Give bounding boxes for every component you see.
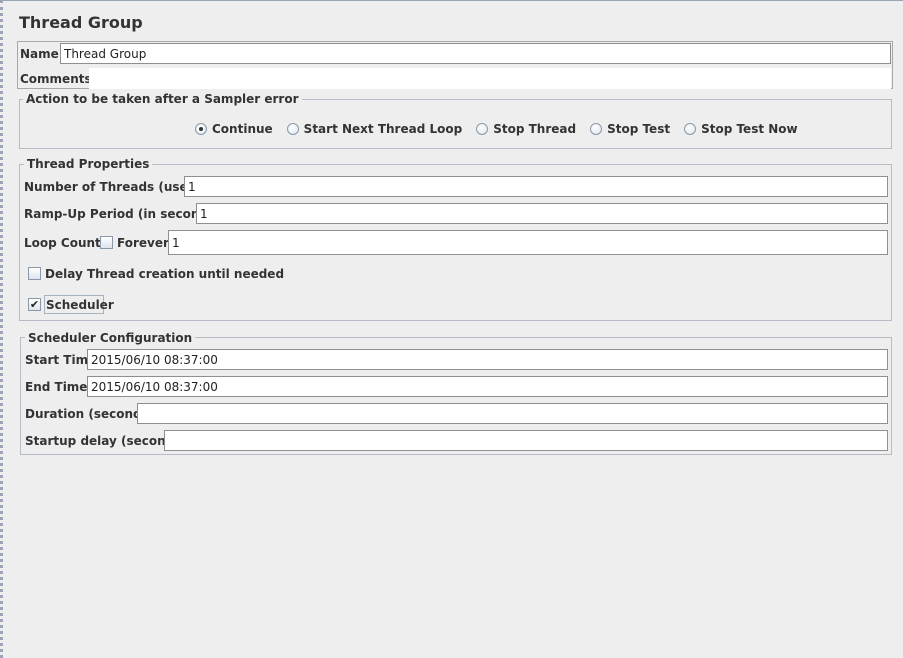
comments-label: Comments: bbox=[20, 72, 97, 86]
thread-group-panel: Thread Group Name: Comments: Action to b… bbox=[0, 0, 903, 658]
forever-label: Forever bbox=[117, 236, 169, 250]
threads-label: Number of Threads (users): bbox=[24, 180, 212, 194]
delay-thread-checkbox[interactable] bbox=[28, 267, 41, 280]
start-time-input[interactable] bbox=[87, 349, 888, 370]
startup-delay-input[interactable] bbox=[164, 430, 888, 451]
name-input[interactable] bbox=[60, 43, 891, 64]
checkmark-icon: ✔ bbox=[29, 298, 40, 311]
threads-input[interactable] bbox=[184, 176, 888, 197]
radio-unselected-icon bbox=[590, 123, 603, 135]
radio-label: Stop Test Now bbox=[701, 122, 798, 136]
name-label: Name: bbox=[20, 47, 64, 61]
delay-thread-label: Delay Thread creation until needed bbox=[45, 267, 285, 281]
duration-input[interactable] bbox=[137, 403, 888, 424]
radio-label: Stop Test bbox=[607, 122, 671, 136]
end-time-input[interactable] bbox=[87, 376, 888, 397]
radio-selected-icon bbox=[195, 123, 207, 135]
end-time-label: End Time bbox=[25, 380, 88, 394]
scheduler-checkbox[interactable]: ✔ bbox=[28, 298, 41, 311]
startup-delay-label: Startup delay (seconds) bbox=[25, 434, 187, 448]
rampup-input[interactable] bbox=[196, 203, 888, 224]
duration-label: Duration (seconds) bbox=[25, 407, 155, 421]
radio-label: Start Next Thread Loop bbox=[303, 122, 463, 136]
loop-count-input[interactable] bbox=[168, 230, 888, 255]
radio-unselected-icon bbox=[476, 123, 489, 135]
radio-stop-test[interactable]: Stop Test bbox=[590, 122, 670, 136]
scheduler-config-legend: Scheduler Configuration bbox=[25, 331, 196, 345]
forever-checkbox[interactable] bbox=[100, 236, 113, 249]
sampler-error-options: Continue Start Next Thread Loop Stop Thr… bbox=[195, 121, 812, 137]
comments-input[interactable] bbox=[89, 68, 891, 89]
start-time-label: Start Time bbox=[25, 353, 97, 367]
scheduler-label: Scheduler bbox=[46, 298, 114, 312]
radio-unselected-icon bbox=[286, 123, 299, 135]
radio-label: Continue bbox=[212, 122, 273, 136]
radio-continue[interactable]: Continue bbox=[195, 122, 273, 136]
loop-count-label: Loop Count: bbox=[24, 236, 106, 250]
radio-label: Stop Thread bbox=[493, 122, 577, 136]
radio-stop-thread[interactable]: Stop Thread bbox=[476, 122, 576, 136]
thread-properties-legend: Thread Properties bbox=[24, 157, 153, 171]
radio-stop-test-now[interactable]: Stop Test Now bbox=[684, 122, 798, 136]
radio-start-next-thread-loop[interactable]: Start Next Thread Loop bbox=[286, 122, 463, 136]
sampler-error-legend: Action to be taken after a Sampler error bbox=[23, 92, 302, 106]
panel-title: Thread Group bbox=[19, 13, 143, 32]
radio-unselected-icon bbox=[684, 123, 697, 135]
